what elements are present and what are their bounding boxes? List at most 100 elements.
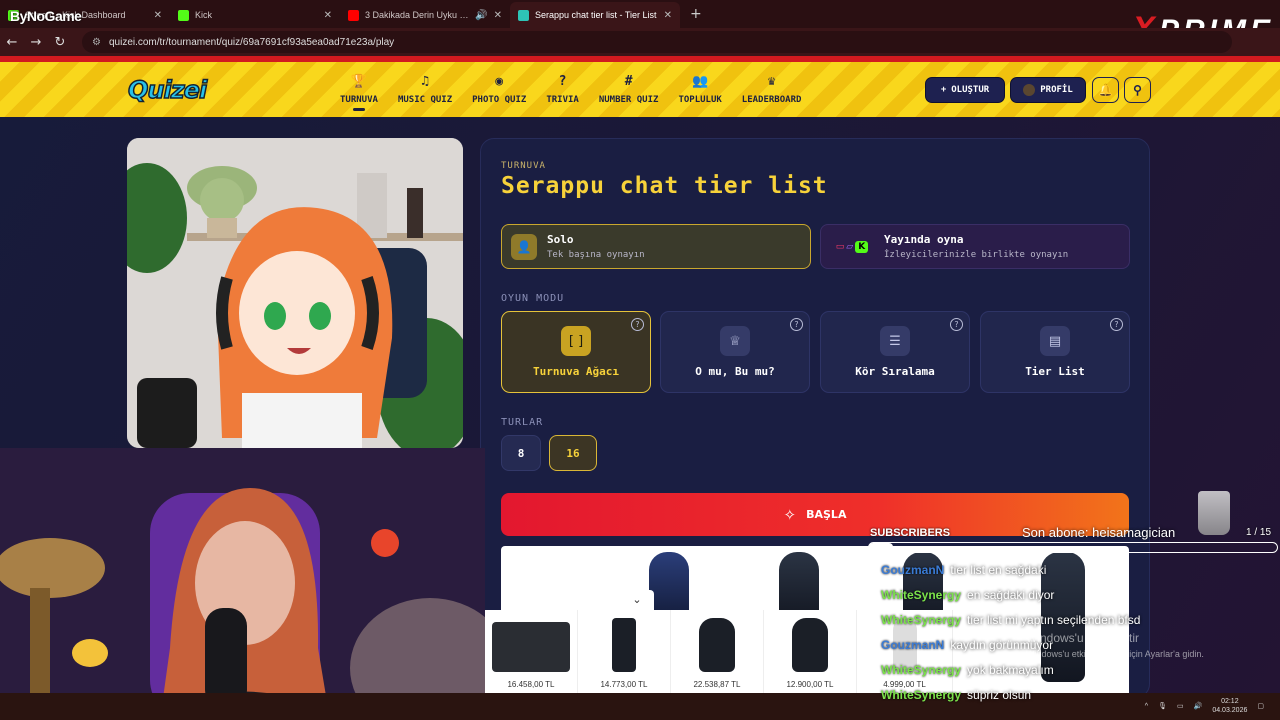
product-price: 12.900,00 TL [786, 680, 834, 689]
tab-close-icon[interactable]: ✕ [324, 10, 332, 21]
camera-icon: ◉ [495, 74, 504, 89]
reload-icon[interactable]: ↻ [48, 35, 72, 50]
search-icon[interactable]: ⚲ [1124, 77, 1151, 103]
subscriber-goal-fill [869, 543, 894, 552]
stream-subtitle: İzleyicilerinizle birlikte oynayın [884, 250, 1069, 260]
microphone-image [792, 618, 828, 672]
url-field[interactable]: ⚙ quizei.com/tr/tournament/quiz/69a7691c… [82, 31, 1232, 53]
site-header: Quizei 🏆 TURNUVA ♫ MUSIC QUIZ ◉ PHOTO QU… [0, 62, 1280, 117]
tab-close-icon[interactable]: ✕ [154, 10, 162, 21]
round-option-16[interactable]: 16 [549, 435, 597, 471]
volume-icon[interactable]: 🔊 [1194, 702, 1203, 710]
nav-label: MUSIC QUIZ [397, 95, 453, 105]
system-tray: ^ 🎙 ▭ 🔊 02:12 04.03.2026 ▢ [1145, 697, 1264, 715]
twitch-icon: ▱ [846, 241, 854, 252]
tab-title: Serappu chat tier list - Tier List [535, 10, 657, 20]
game-mode-tier-list[interactable]: ? ▤ Tier List [980, 311, 1130, 393]
notifications-icon[interactable]: ▢ [1257, 702, 1264, 710]
quiz-cover-image [127, 138, 463, 448]
help-icon[interactable]: ? [631, 318, 644, 331]
quizei-logo[interactable]: Quizei [127, 75, 208, 105]
recorder-image [612, 618, 636, 672]
nav-leaderboard[interactable]: ♛ LEADERBOARD [732, 62, 812, 117]
browser-tab-quizei[interactable]: Serappu chat tier list - Tier List ✕ [510, 2, 680, 28]
help-icon[interactable]: ? [950, 318, 963, 331]
nav-topluluk[interactable]: 👥 TOPLULUK [668, 62, 731, 117]
taskbar-date: 04.03.2026 [1212, 707, 1248, 714]
last-subscriber: Son abone: heisamagician [1022, 525, 1176, 540]
tab-close-icon[interactable]: ✕ [664, 10, 672, 21]
chevron-down-icon[interactable]: ⌄ [620, 590, 654, 610]
page-title: Serappu chat tier list [501, 173, 828, 199]
tab-close-icon[interactable]: ✕ [494, 10, 502, 21]
nav-music-quiz[interactable]: ♫ MUSIC QUIZ [388, 62, 462, 117]
youtube-icon: ▭ [835, 241, 845, 252]
new-tab-button[interactable]: + [680, 6, 712, 28]
microphone-image [699, 618, 735, 672]
sparkle-icon: ✧ [783, 505, 797, 524]
chat-text: tier list en sağdaki [950, 563, 1047, 577]
cup-image [1198, 491, 1230, 535]
product-card[interactable]: 14.773,00 TL [578, 610, 671, 693]
nav-label: TURNUVA [340, 95, 378, 105]
forward-arrow-icon[interactable]: → [24, 35, 48, 50]
activation-subtitle: Windows'u etkinleştirmek için Ayarlar'a … [1026, 649, 1204, 659]
chat-username: WhiteSynergy [881, 613, 962, 627]
nav-number-quiz[interactable]: # NUMBER QUIZ [589, 62, 669, 117]
site-info-icon[interactable]: ⚙ [92, 37, 101, 48]
tab-mute-icon[interactable]: 🔊 [475, 10, 487, 21]
taskbar-clock[interactable]: 02:12 04.03.2026 [1212, 697, 1247, 715]
create-label: OLUŞTUR [951, 85, 990, 95]
game-mode-tournament-bracket[interactable]: ? [ ] Turnuva Ağacı [501, 311, 651, 393]
mic-icon[interactable]: 🎙 [1158, 702, 1167, 710]
bynogame-overlay-logo: ByNoGame [10, 8, 82, 24]
product-card[interactable]: 16.458,00 TL [485, 610, 578, 693]
profile-label: PROFİL [1040, 85, 1073, 95]
chat-message: WhiteSynergy süpriz olsun [881, 688, 1140, 713]
help-icon[interactable]: ? [790, 318, 803, 331]
quizei-favicon-icon [518, 9, 529, 21]
game-mode-label: Tier List [1025, 365, 1085, 378]
chat-text: en sağdaki diyor [967, 588, 1055, 602]
nav-label: TRIVIA [546, 95, 579, 105]
chat-text: yok bakmayalım [967, 663, 1054, 677]
game-mode-this-or-that[interactable]: ? ♕ O mu, Bu mu? [660, 311, 810, 393]
notifications-bell-icon[interactable]: 🔔 [1092, 77, 1119, 103]
help-icon[interactable]: ? [1110, 318, 1123, 331]
nav-label: TOPLULUK [678, 95, 722, 105]
game-mode-blind-ranking[interactable]: ? ☰ Kör Sıralama [820, 311, 970, 393]
profile-button[interactable]: PROFİL [1010, 77, 1086, 103]
chat-username: GouzmanN [881, 563, 945, 577]
back-arrow-icon[interactable]: ← [0, 35, 24, 50]
stream-mode-option[interactable]: ▭ ▱ K Yayında oyna İzleyicilerinizle bir… [820, 224, 1130, 269]
start-label: BAŞLA [806, 508, 847, 521]
plus-icon: + [940, 85, 947, 95]
network-icon[interactable]: ▭ [1177, 702, 1184, 710]
product-price: 22.538,87 TL [693, 680, 741, 689]
chat-message: GouzmanN tier list en sağdaki [881, 563, 1140, 588]
chevron-up-icon[interactable]: ^ [1145, 703, 1148, 710]
nav-photo-quiz[interactable]: ◉ PHOTO QUIZ [462, 62, 536, 117]
nav-turnuva[interactable]: 🏆 TURNUVA [330, 62, 388, 117]
nav-label: LEADERBOARD [741, 95, 802, 105]
game-mode-label: Turnuva Ağacı [532, 365, 620, 378]
url-text: quizei.com/tr/tournament/quiz/69a7691cf9… [108, 36, 395, 48]
solo-mode-option[interactable]: 👤 Solo Tek başına oynayın [501, 224, 811, 269]
browser-tab-youtube[interactable]: 3 Dakikada Derin Uyku 🎵 🔊 ✕ [340, 2, 510, 28]
avatar [1023, 84, 1036, 96]
nav-label: NUMBER QUIZ [598, 95, 659, 105]
product-card[interactable]: 12.900,00 TL [764, 610, 857, 693]
quiz-category-label: TURNUVA [501, 161, 546, 171]
nav-trivia[interactable]: ? TRIVIA [536, 62, 589, 117]
subscriber-goal-bar [868, 542, 1278, 553]
browser-tab-kick[interactable]: Kick ✕ [170, 2, 340, 28]
chat-username: WhiteSynergy [881, 688, 962, 702]
game-mode-label: Kör Sıralama [855, 365, 935, 378]
create-button[interactable]: + OLUŞTUR [925, 77, 1005, 103]
round-option-8[interactable]: 8 [501, 435, 541, 471]
kick-icon: K [855, 240, 869, 253]
chat-message: WhiteSynergy yok bakmayalım [881, 663, 1140, 688]
product-card[interactable]: 22.538,87 TL [671, 610, 764, 693]
user-icon: 👤 [511, 233, 537, 260]
chat-text: süpriz olsun [967, 688, 1032, 702]
